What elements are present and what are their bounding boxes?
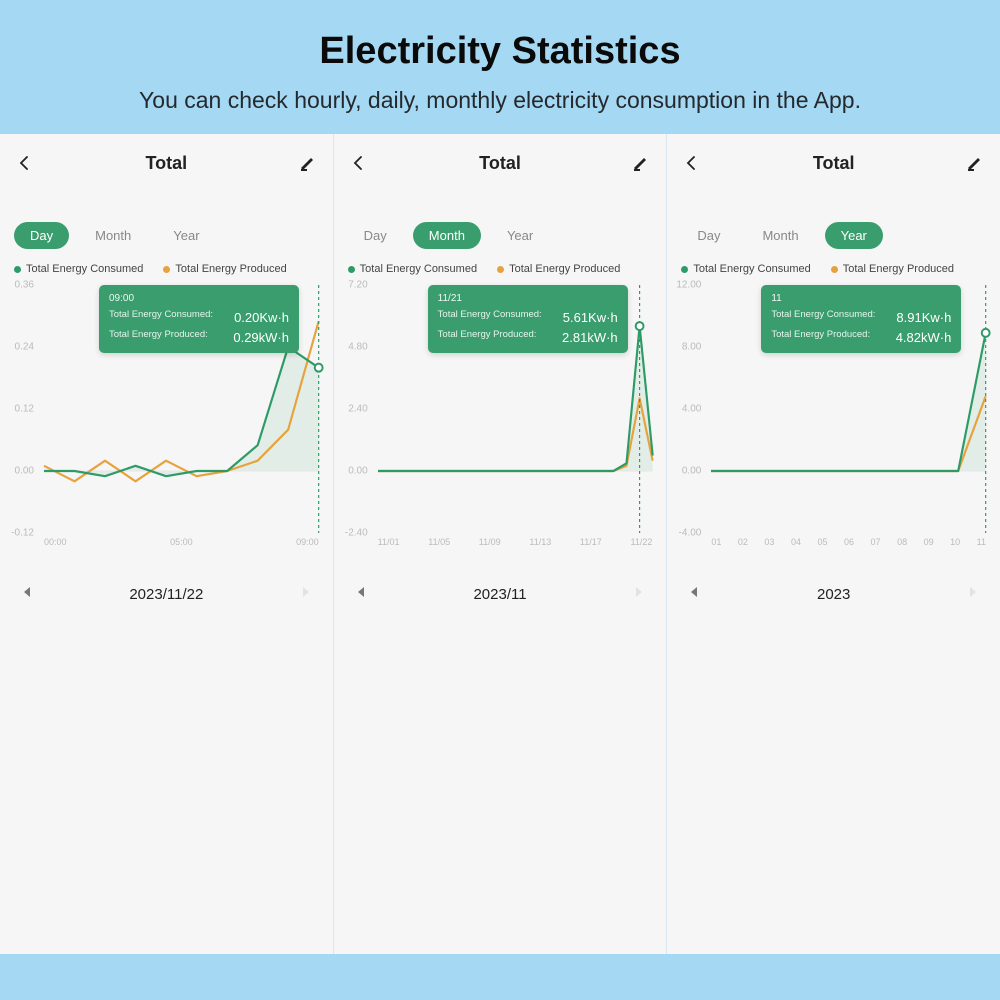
legend-produced-label: Total Energy Produced xyxy=(843,263,954,275)
chart-legend: Total Energy Consumed Total Energy Produ… xyxy=(0,263,333,281)
y-axis-ticks: 0.360.240.120.00-0.12 xyxy=(4,285,38,533)
chart-legend: Total Energy Consumed Total Energy Produ… xyxy=(667,263,1000,281)
chart-area: 11/21 Total Energy Consumed: 5.61Kw·h Tot… xyxy=(338,285,659,555)
tab-month[interactable]: Month xyxy=(746,222,814,249)
tooltip-consumed-value: 5.61Kw·h xyxy=(563,308,618,328)
date-label: 2023/11/22 xyxy=(129,586,203,603)
tooltip-consumed-label: Total Energy Consumed: xyxy=(771,308,875,328)
legend-consumed-dot xyxy=(681,266,688,273)
chart-area: 11 Total Energy Consumed: 8.91Kw·h Total … xyxy=(671,285,992,555)
tab-year[interactable]: Year xyxy=(825,222,883,249)
chart-tooltip: 09:00 Total Energy Consumed: 0.20Kw·h Tot… xyxy=(99,285,299,353)
tab-day[interactable]: Day xyxy=(14,222,69,249)
tab-day[interactable]: Day xyxy=(681,222,736,249)
tooltip-produced-label: Total Energy Produced: xyxy=(109,328,208,348)
page-subtitle: You can check hourly, daily, monthly ele… xyxy=(40,87,960,114)
back-icon[interactable] xyxy=(681,152,703,174)
date-label: 2023 xyxy=(817,586,850,603)
legend-consumed-label: Total Energy Consumed xyxy=(26,263,143,275)
tooltip-produced-label: Total Energy Produced: xyxy=(438,328,537,348)
back-icon[interactable] xyxy=(348,152,370,174)
tooltip-produced-label: Total Energy Produced: xyxy=(771,328,870,348)
chart-tooltip: 11 Total Energy Consumed: 8.91Kw·h Total … xyxy=(761,285,961,353)
tab-year[interactable]: Year xyxy=(491,222,549,249)
tooltip-produced-value: 0.29kW·h xyxy=(233,328,289,348)
tab-month[interactable]: Month xyxy=(413,222,481,249)
tab-day[interactable]: Day xyxy=(348,222,403,249)
prev-date-icon[interactable] xyxy=(22,585,33,603)
range-tabs: Day Month Year xyxy=(0,190,333,263)
date-label: 2023/11 xyxy=(473,586,526,603)
prev-date-icon[interactable] xyxy=(356,585,367,603)
legend-produced-label: Total Energy Produced xyxy=(509,263,620,275)
x-axis-ticks: 0102030405060708091011 xyxy=(711,537,986,555)
y-axis-ticks: 12.008.004.000.00-4.00 xyxy=(671,285,705,533)
tooltip-produced-value: 2.81kW·h xyxy=(562,328,618,348)
prev-date-icon[interactable] xyxy=(689,585,700,603)
next-date-icon[interactable] xyxy=(633,585,644,603)
next-date-icon[interactable] xyxy=(300,585,311,603)
tooltip-header: 11/21 xyxy=(438,291,618,306)
panels-row: Total Day Month Year Total Energy Consum… xyxy=(0,134,1000,954)
legend-consumed-dot xyxy=(14,266,21,273)
range-tabs: Day Month Year xyxy=(667,190,1000,263)
titlebar-label: Total xyxy=(813,153,855,174)
y-axis-ticks: 7.204.802.400.00-2.40 xyxy=(338,285,372,533)
tab-month[interactable]: Month xyxy=(79,222,147,249)
tab-year[interactable]: Year xyxy=(157,222,215,249)
titlebar-label: Total xyxy=(479,153,521,174)
panel-month: Total Day Month Year Total Energy Consum… xyxy=(334,134,668,954)
chart-area: 09:00 Total Energy Consumed: 0.20Kw·h Tot… xyxy=(4,285,325,555)
tooltip-consumed-value: 8.91Kw·h xyxy=(896,308,951,328)
titlebar-label: Total xyxy=(146,153,188,174)
chart-legend: Total Energy Consumed Total Energy Produ… xyxy=(334,263,667,281)
edit-icon[interactable] xyxy=(630,152,652,174)
range-tabs: Day Month Year xyxy=(334,190,667,263)
legend-produced-dot xyxy=(163,266,170,273)
legend-consumed-dot xyxy=(348,266,355,273)
panel-year: Total Day Month Year Total Energy Consum… xyxy=(667,134,1000,954)
legend-produced-label: Total Energy Produced xyxy=(175,263,286,275)
panel-day: Total Day Month Year Total Energy Consum… xyxy=(0,134,334,954)
next-date-icon[interactable] xyxy=(967,585,978,603)
tooltip-header: 11 xyxy=(771,291,951,306)
chart-tooltip: 11/21 Total Energy Consumed: 5.61Kw·h Tot… xyxy=(428,285,628,353)
legend-produced-dot xyxy=(831,266,838,273)
tooltip-consumed-label: Total Energy Consumed: xyxy=(438,308,542,328)
back-icon[interactable] xyxy=(14,152,36,174)
legend-produced-dot xyxy=(497,266,504,273)
page-title: Electricity Statistics xyxy=(40,30,960,73)
tooltip-consumed-label: Total Energy Consumed: xyxy=(109,308,213,328)
legend-consumed-label: Total Energy Consumed xyxy=(693,263,810,275)
tooltip-header: 09:00 xyxy=(109,291,289,306)
legend-consumed-label: Total Energy Consumed xyxy=(360,263,477,275)
edit-icon[interactable] xyxy=(964,152,986,174)
tooltip-consumed-value: 0.20Kw·h xyxy=(234,308,289,328)
tooltip-produced-value: 4.82kW·h xyxy=(896,328,952,348)
x-axis-ticks: 11/0111/0511/0911/1311/1711/22 xyxy=(378,537,653,555)
edit-icon[interactable] xyxy=(297,152,319,174)
x-axis-ticks: 00:0005:0009:00 xyxy=(44,537,319,555)
